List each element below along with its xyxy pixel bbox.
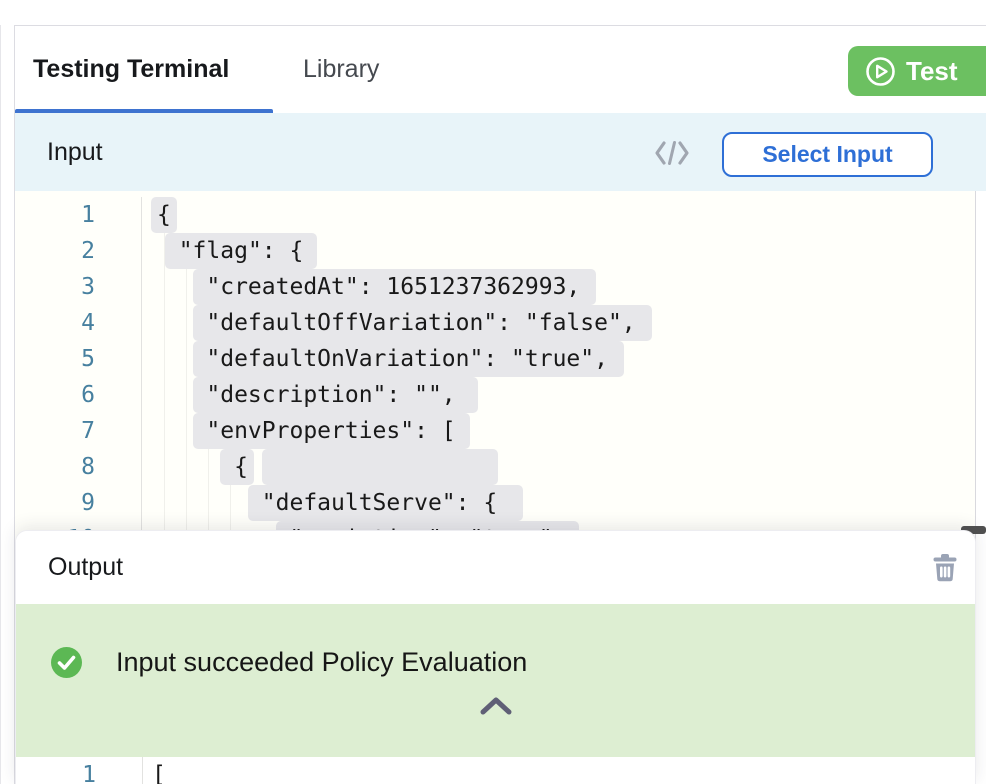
code-line: 2 "flag": { [15,233,975,269]
output-code-editor[interactable]: 1[ [16,757,975,784]
tab-library[interactable]: Library [303,26,379,113]
check-circle-icon [51,647,82,678]
code-line: 8 { [15,449,975,485]
select-input-button[interactable]: Select Input [722,132,933,177]
input-section-header: Input Select Input [15,113,986,191]
chevron-up-icon[interactable] [474,692,518,722]
line-number: 8 [15,449,141,485]
code-line: 4 "defaultOffVariation": "false", [15,305,975,341]
line-number: 7 [15,413,141,449]
line-number: 2 [15,233,141,269]
line-number: 5 [15,341,141,377]
output-panel: Output Input succeeded Policy Evaluation [15,530,976,784]
code-line: 3 "createdAt": 1651237362993, [15,269,975,305]
test-button[interactable]: Test [848,46,986,96]
trash-icon[interactable] [931,553,959,583]
success-message: Input succeeded Policy Evaluation [116,647,527,678]
line-number: 1 [16,757,142,784]
input-section-title: Input [47,113,103,191]
output-section-header: Output [16,531,975,604]
line-number: 3 [15,269,141,305]
code-line: 1[ [16,757,975,784]
success-banner: Input succeeded Policy Evaluation [16,604,975,757]
code-line: 6 "description": "", [15,377,975,413]
line-number: 6 [15,377,141,413]
code-line: 5 "defaultOnVariation": "true", [15,341,975,377]
output-section-title: Output [48,531,123,604]
outer-divider [0,25,1,784]
code-line: 7 "envProperties": [ [15,413,975,449]
code-line: 1{ [15,197,975,233]
play-circle-icon [865,56,896,87]
tab-bar: Testing Terminal Library Test [15,26,986,113]
code-view-icon[interactable] [653,139,691,167]
line-number: 9 [15,485,141,521]
line-number: 4 [15,305,141,341]
code-line: 9 "defaultServe": { [15,485,975,521]
tab-testing-terminal[interactable]: Testing Terminal [33,26,229,113]
line-number: 1 [15,197,141,233]
test-button-label: Test [906,56,958,87]
